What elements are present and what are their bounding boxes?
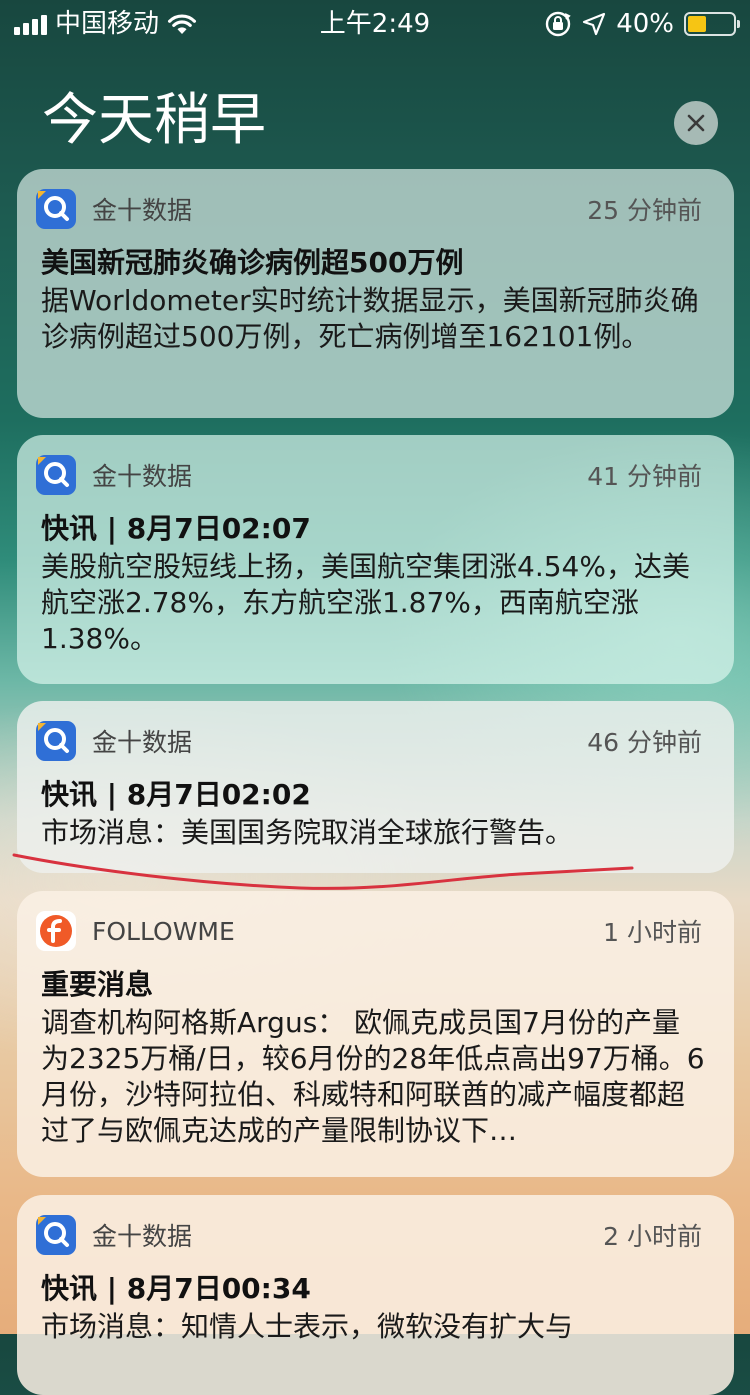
annotation-underline bbox=[12, 853, 634, 890]
